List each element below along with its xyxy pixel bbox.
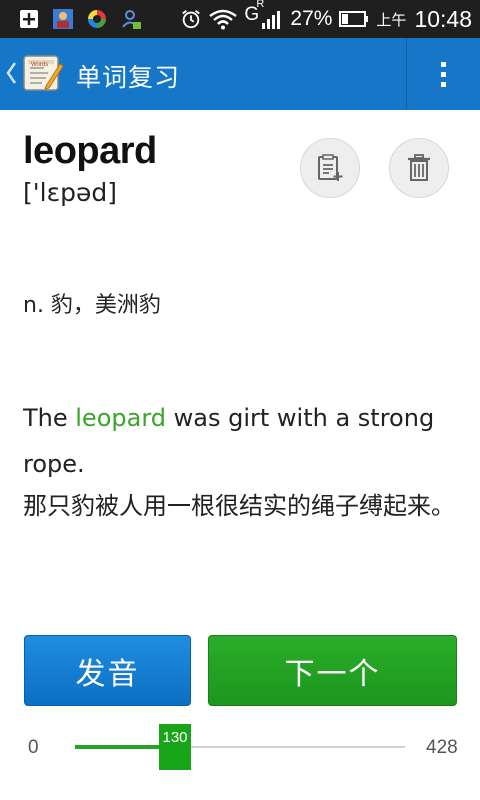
app-logo-icon: Words: [23, 55, 64, 91]
battery-icon: [338, 8, 370, 30]
clock-time: 10:48: [414, 5, 472, 32]
contact-notification-icon: [52, 8, 74, 30]
add-notification-icon: [18, 8, 40, 30]
status-bar: G R 27% 上午 10:48: [0, 0, 480, 38]
example-text-before: The: [23, 404, 76, 432]
overflow-menu-button[interactable]: [407, 38, 480, 110]
delete-word-button[interactable]: [389, 138, 449, 198]
svg-text:Words: Words: [31, 62, 48, 68]
example-sentence: The leopard was girt with a strong rope.: [23, 395, 463, 487]
slider-min-label: 0: [28, 737, 39, 758]
word-definition: n. 豹，美洲豹: [23, 293, 161, 318]
note-add-icon: [318, 154, 343, 181]
battery-percent: 27%: [290, 7, 333, 30]
clock-ampm: 上午: [376, 10, 407, 29]
word-title: leopard: [23, 130, 157, 172]
example-translation: 那只豹被人用一根很结实的绳子缚起来。: [23, 492, 455, 520]
progress-slider[interactable]: 130: [75, 724, 405, 770]
slider-thumb[interactable]: 130: [159, 724, 191, 770]
next-word-button[interactable]: 下一个: [208, 635, 457, 706]
user-sync-icon: [120, 8, 142, 30]
pronounce-button[interactable]: 发音: [24, 635, 191, 706]
trash-icon: [408, 154, 430, 181]
alarm-icon: [180, 8, 202, 30]
signal-icon: G R: [244, 0, 284, 30]
app-notification-icon: [86, 8, 108, 30]
slider-max-label: 428: [426, 737, 458, 758]
add-to-notebook-button[interactable]: [300, 138, 360, 198]
action-bar: Words 单词复习: [0, 38, 480, 110]
up-navigation[interactable]: Words: [0, 38, 70, 110]
word-phonetic: ['lɛpəd]: [23, 178, 117, 207]
wifi-icon: [208, 8, 238, 30]
example-highlight-word: leopard: [75, 404, 167, 432]
page-title: 单词复习: [76, 63, 181, 92]
more-vert-icon: [441, 61, 446, 87]
chevron-left-icon: [6, 62, 17, 84]
